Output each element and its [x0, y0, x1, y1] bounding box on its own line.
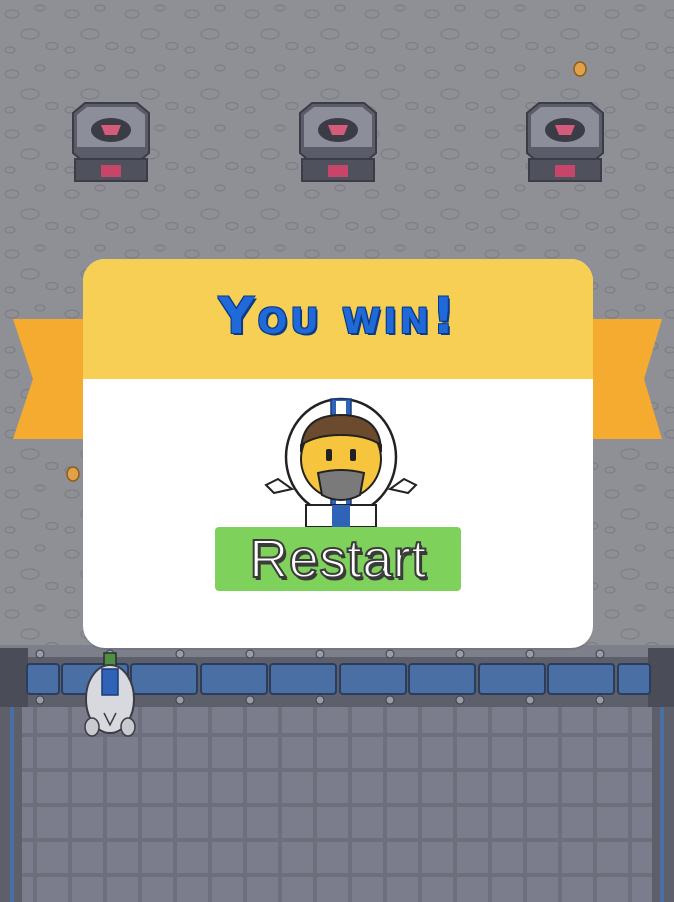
energy-orb: [66, 466, 80, 482]
restart-button[interactable]: Restart: [215, 527, 461, 591]
astronaut-icon: [264, 397, 418, 527]
bunker-icon: [526, 102, 604, 182]
bunker-icon: [72, 102, 150, 182]
win-dialog: You win! Restart: [83, 259, 593, 648]
bunker-icon: [299, 102, 377, 182]
restart-label: Restart: [248, 529, 427, 589]
ribbon-left: [13, 319, 93, 439]
win-dialog-header: You win!: [83, 259, 593, 379]
base-floor: [22, 707, 652, 902]
energy-orb: [573, 61, 587, 77]
ribbon-right: [582, 319, 662, 439]
win-title: You win!: [218, 287, 458, 345]
